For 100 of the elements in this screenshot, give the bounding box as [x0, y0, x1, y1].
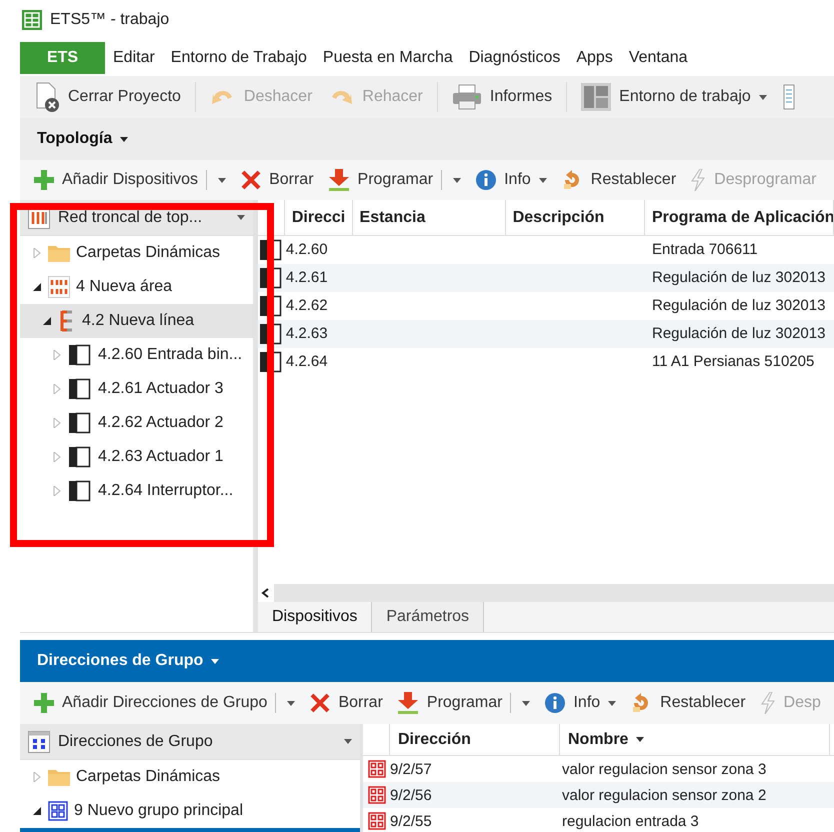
- collapsed-arrow-icon: [52, 452, 62, 462]
- toolbar-button[interactable]: Restablecer: [554, 164, 682, 196]
- section-title: Topología: [37, 129, 112, 149]
- caret-icon: [758, 94, 767, 100]
- plus-icon: [34, 170, 54, 190]
- table-cell: Regulación de luz 302013: [652, 324, 826, 342]
- tree-item[interactable]: 4.2.60 Entrada bin...: [20, 338, 253, 372]
- tree-item[interactable]: 4.2 Nueva línea: [20, 304, 253, 338]
- toolbar-button[interactable]: Borrar: [235, 164, 320, 196]
- horizontal-scrollbar[interactable]: [258, 584, 834, 602]
- caret-icon: [522, 700, 530, 706]
- list-icon: [782, 84, 795, 110]
- group-address-icon: [368, 760, 386, 778]
- tree-item[interactable]: Carpetas Dinámicas: [20, 760, 360, 794]
- tree-item[interactable]: 9 Nuevo grupo principal: [20, 794, 360, 828]
- caret-icon: [344, 739, 352, 744]
- toolbar-button[interactable]: Programar: [322, 164, 440, 196]
- group-icon: [48, 801, 68, 821]
- tree-item[interactable]: 4.2.62 Actuador 2: [20, 406, 253, 440]
- cross-icon: [310, 693, 330, 713]
- collapsed-arrow-icon: [52, 418, 62, 428]
- table-cell: Entrada 706611: [652, 240, 758, 258]
- folder-icon: [48, 244, 70, 262]
- menu-item[interactable]: Ventana: [620, 42, 696, 74]
- table-cell: 9/2/57: [390, 760, 432, 778]
- column-header[interactable]: Descripción: [506, 200, 645, 235]
- grid-icon: [28, 730, 50, 752]
- tree-selector-label: Direcciones de Grupo: [58, 732, 214, 752]
- scroll-left-icon: [258, 584, 274, 602]
- table-cell: 4.2.60: [286, 240, 328, 258]
- device-icon: [259, 323, 284, 345]
- collapsed-arrow-icon: [52, 384, 62, 394]
- tree-item-label: 4.2.62 Actuador 2: [98, 413, 224, 433]
- toolbar-button[interactable]: Añadir Direcciones de Grupo: [28, 687, 274, 719]
- table-cell: 4.2.63: [286, 324, 328, 342]
- device-icon: [68, 480, 92, 502]
- toolbar-button[interactable]: Programar: [390, 687, 508, 719]
- tree-item[interactable]: 4.2.61 Actuador 3: [20, 372, 253, 406]
- device-icon: [68, 378, 92, 400]
- collapsed-arrow-icon: [52, 486, 62, 496]
- info-icon: [545, 693, 566, 713]
- caret-icon: [636, 737, 644, 742]
- expanded-arrow-icon: [42, 316, 52, 326]
- toolbar-button[interactable]: Restablecer: [624, 687, 752, 719]
- table-cell: valor regulacion sensor zona 2: [562, 786, 766, 804]
- tree-selector[interactable]: Direcciones de Grupo: [20, 724, 360, 760]
- cross-icon: [241, 170, 262, 190]
- table-cell: 4.2.61: [286, 268, 328, 286]
- tab[interactable]: Parámetros: [372, 602, 484, 632]
- toolbar-button[interactable]: Añadir Dispositivos: [28, 164, 204, 196]
- menu-item[interactable]: Apps: [568, 42, 621, 74]
- section-header[interactable]: Topología: [20, 118, 834, 160]
- table-cell: Regulación de luz 302013: [652, 268, 826, 286]
- tree-item-label: Carpetas Dinámicas: [76, 243, 220, 263]
- toolbar-button[interactable]: Info: [539, 687, 622, 719]
- document-icon: [34, 82, 60, 112]
- menu-item[interactable]: Editar: [105, 42, 163, 74]
- tree-item-label: 9 Nuevo grupo principal: [74, 801, 243, 821]
- menu-item[interactable]: Puesta en Marcha: [314, 42, 461, 74]
- tree-selector-label: Red troncal de top...: [58, 208, 204, 228]
- tree-item-label: 4.2.64 Interruptor...: [98, 481, 234, 501]
- device-icon: [259, 295, 284, 317]
- tree-item[interactable]: 4.2.63 Actuador 1: [20, 440, 253, 474]
- caret-icon: [287, 700, 296, 706]
- toolbar-button[interactable]: Entorno de trabajo: [575, 81, 773, 113]
- app-menu-button[interactable]: ETS: [20, 42, 105, 74]
- section-header[interactable]: Direcciones de Grupo: [20, 640, 834, 682]
- expanded-arrow-icon: [32, 806, 42, 816]
- menu-item[interactable]: Diagnósticos: [460, 42, 568, 74]
- tree-item-label: 4.2.63 Actuador 1: [98, 447, 224, 467]
- table-cell: valor regulacion sensor zona 3: [562, 760, 766, 778]
- lightning-icon: [760, 692, 776, 714]
- menu-item[interactable]: Entorno de Trabajo: [162, 42, 315, 74]
- tree-item[interactable]: 4.2.64 Interruptor...: [20, 474, 253, 508]
- column-header[interactable]: Estancia: [352, 200, 506, 235]
- collapsed-arrow-icon: [32, 248, 42, 258]
- tree-item-label: 4 Nueva área: [76, 277, 172, 297]
- toolbar-button[interactable]: Cerrar Proyecto: [28, 81, 187, 113]
- table-cell: 9/2/55: [390, 812, 432, 830]
- table-cell: regulacion entrada 3: [562, 812, 699, 830]
- device-icon: [68, 446, 92, 468]
- device-icon: [68, 344, 92, 366]
- caret-icon: [218, 178, 226, 182]
- column-header[interactable]: Dirección: [390, 724, 560, 755]
- lightning-icon: [690, 169, 706, 191]
- toolbar-button[interactable]: Informes: [446, 81, 558, 113]
- tree-item-label: Carpetas Dinámicas: [76, 767, 220, 787]
- toolbar-button[interactable]: Borrar: [304, 687, 389, 719]
- device-icon: [259, 267, 284, 289]
- tree-item[interactable]: Carpetas Dinámicas: [20, 236, 253, 270]
- table-cell: 4.2.62: [286, 296, 328, 314]
- column-header[interactable]: Direcci: [284, 200, 353, 235]
- caret-icon: [608, 700, 616, 706]
- table-cell: Regulación de luz 302013: [652, 296, 826, 314]
- tree-item-label: 4.2 Nueva línea: [82, 311, 194, 331]
- window-title: ETS5™ - trabajo: [50, 10, 170, 30]
- device-icon: [259, 239, 284, 261]
- tree-item[interactable]: 4 Nueva área: [20, 270, 253, 304]
- toolbar-button[interactable]: Info: [470, 164, 553, 196]
- column-header[interactable]: Nombre: [560, 724, 830, 755]
